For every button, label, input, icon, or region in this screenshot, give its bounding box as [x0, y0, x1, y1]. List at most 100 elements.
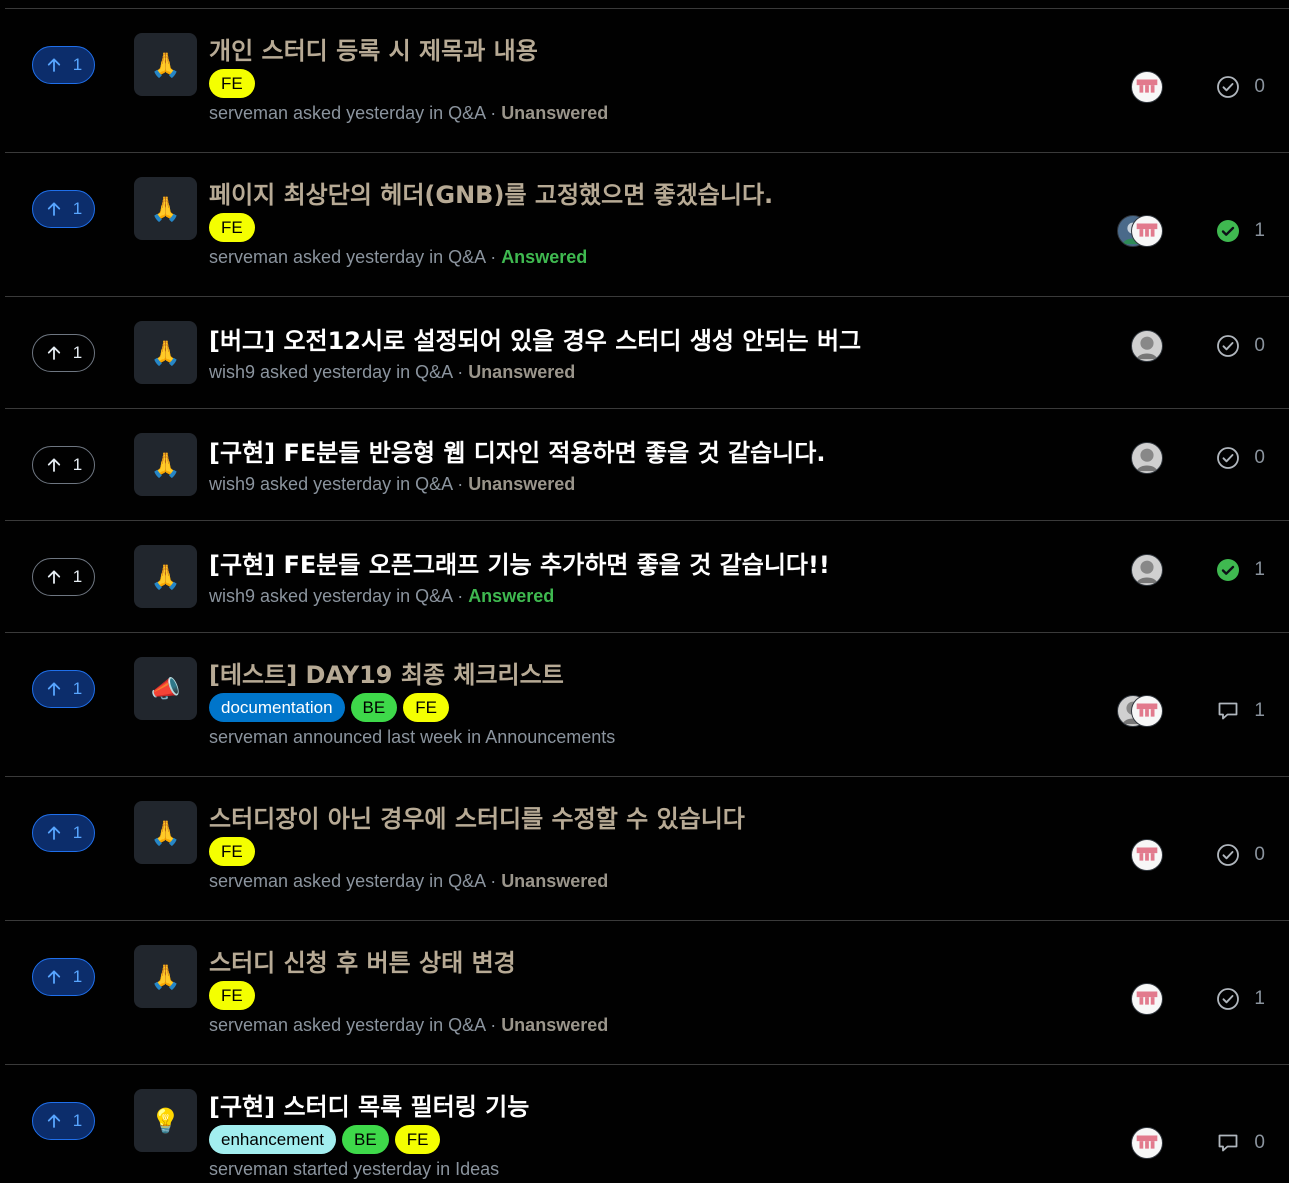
author-link[interactable]: serveman — [209, 871, 288, 891]
answer-count[interactable]: 1 — [1216, 219, 1265, 243]
discussion-content: [구현] FE분들 오픈그래프 기능 추가하면 좋을 것 같습니다!! wish9… — [209, 549, 1089, 607]
upvote-count: 1 — [72, 679, 83, 698]
avatar[interactable] — [1131, 983, 1163, 1015]
upvote-button[interactable]: 1 — [32, 814, 95, 852]
discussion-title-link[interactable]: [버그] 오전12시로 설정되어 있을 경우 스터디 생성 안되는 버그 — [209, 325, 1089, 357]
category-link[interactable]: Q&A — [415, 474, 452, 494]
label-fe[interactable]: FE — [403, 692, 449, 722]
discussion-row[interactable]: 1 🙏 페이지 최상단의 헤더(GNB)를 고정했으면 좋겠습니다. FE servem… — [5, 153, 1289, 297]
discussion-content: 개인 스터디 등록 시 제목과 내용 FE serveman asked yeste… — [209, 35, 1089, 124]
stat-value: 0 — [1254, 1132, 1265, 1153]
discussion-title-link[interactable]: [테스트] DAY19 최종 체크리스트 — [209, 659, 1089, 691]
discussion-title-link[interactable]: 개인 스터디 등록 시 제목과 내용 — [209, 35, 1089, 67]
avatar[interactable] — [1131, 442, 1163, 474]
label-list: enhancement BE FE — [209, 1124, 1089, 1154]
stat-value: 0 — [1254, 76, 1265, 97]
upvote-button[interactable]: 1 — [32, 1102, 95, 1140]
avatar[interactable] — [1131, 695, 1163, 727]
label-fe[interactable]: FE — [209, 212, 255, 242]
discussion-row[interactable]: 1 🙏 [구현] FE분들 오픈그래프 기능 추가하면 좋을 것 같습니다!! wis… — [5, 521, 1289, 633]
participant-avatars — [1131, 554, 1163, 586]
upvote-button[interactable]: 1 — [32, 558, 95, 596]
answer-count[interactable]: 0 — [1216, 446, 1265, 470]
category-link[interactable]: Q&A — [415, 586, 452, 606]
comment-count[interactable]: 1 — [1216, 699, 1265, 723]
author-link[interactable]: wish9 — [209, 474, 255, 494]
upvote-count: 1 — [72, 823, 83, 842]
discussion-content: 페이지 최상단의 헤더(GNB)를 고정했으면 좋겠습니다. FE serveman… — [209, 179, 1089, 268]
arrow-up-icon — [47, 682, 60, 696]
discussion-title-link[interactable]: 스터디장이 아닌 경우에 스터디를 수정할 수 있습니다 — [209, 803, 1089, 835]
label-fe[interactable]: FE — [209, 68, 255, 98]
discussion-row[interactable]: 1 🙏 [버그] 오전12시로 설정되어 있을 경우 스터디 생성 안되는 버그 wi… — [5, 297, 1289, 409]
participant-avatars — [1131, 1127, 1163, 1159]
author-link[interactable]: serveman — [209, 247, 288, 267]
discussion-title-link[interactable]: [구현] 스터디 목록 필터링 기능 — [209, 1091, 1089, 1123]
upvote-button[interactable]: 1 — [32, 670, 95, 708]
discussion-row[interactable]: 1 🙏 스터디장이 아닌 경우에 스터디를 수정할 수 있습니다 FE serveman… — [5, 777, 1289, 921]
comment-count[interactable]: 0 — [1216, 1131, 1265, 1155]
upvote-button[interactable]: 1 — [32, 446, 95, 484]
action-text: asked yesterday in — [260, 362, 411, 382]
discussion-title-link[interactable]: [구현] FE분들 반응형 웹 디자인 적용하면 좋을 것 같습니다. — [209, 437, 1089, 469]
label-list: FE — [209, 68, 1089, 98]
answer-count[interactable]: 0 — [1216, 843, 1265, 867]
action-text: asked yesterday in — [293, 871, 444, 891]
answer-status: Answered — [468, 586, 555, 606]
avatar[interactable] — [1131, 839, 1163, 871]
answer-status: Unanswered — [468, 474, 576, 494]
avatar[interactable] — [1131, 554, 1163, 586]
upvote-button[interactable]: 1 — [32, 190, 95, 228]
discussion-title-link[interactable]: 스터디 신청 후 버튼 상태 변경 — [209, 947, 1089, 979]
answer-count[interactable]: 0 — [1216, 75, 1265, 99]
upvote-button[interactable]: 1 — [32, 958, 95, 996]
answer-count[interactable]: 1 — [1216, 558, 1265, 582]
avatar[interactable] — [1131, 215, 1163, 247]
upvote-count: 1 — [72, 1111, 83, 1130]
discussion-row[interactable]: 1 💡 [구현] 스터디 목록 필터링 기능 enhancement BE FE serve… — [5, 1065, 1289, 1183]
label-enhancement[interactable]: enhancement — [209, 1124, 337, 1154]
discussion-row[interactable]: 1 🙏 스터디 신청 후 버튼 상태 변경 FE serveman asked yest… — [5, 921, 1289, 1065]
category-link[interactable]: Q&A — [448, 103, 485, 123]
category-link[interactable]: Q&A — [448, 1015, 485, 1035]
author-link[interactable]: wish9 — [209, 586, 255, 606]
discussion-title-link[interactable]: 페이지 최상단의 헤더(GNB)를 고정했으면 좋겠습니다. — [209, 179, 1089, 211]
category-link[interactable]: Q&A — [448, 247, 485, 267]
author-link[interactable]: serveman — [209, 1159, 288, 1179]
stat-value: 0 — [1254, 844, 1265, 865]
label-fe[interactable]: FE — [394, 1124, 441, 1154]
stat-value: 0 — [1254, 447, 1265, 468]
author-link[interactable]: wish9 — [209, 362, 255, 382]
label-fe[interactable]: FE — [209, 980, 255, 1010]
discussion-meta: serveman asked yesterday in Q&A · Unansw… — [209, 103, 609, 123]
category-link[interactable]: Announcements — [485, 727, 615, 747]
discussion-row[interactable]: 1 🙏 [구현] FE분들 반응형 웹 디자인 적용하면 좋을 것 같습니다. wis… — [5, 409, 1289, 521]
author-link[interactable]: serveman — [209, 1015, 288, 1035]
discussion-meta: serveman asked yesterday in Q&A · Unansw… — [209, 871, 609, 891]
label-be[interactable]: BE — [350, 692, 398, 722]
avatar[interactable] — [1131, 330, 1163, 362]
answer-status: Unanswered — [501, 1015, 609, 1035]
upvote-count: 1 — [72, 567, 83, 586]
discussion-title-link[interactable]: [구현] FE분들 오픈그래프 기능 추가하면 좋을 것 같습니다!! — [209, 549, 1089, 581]
upvote-button[interactable]: 1 — [32, 46, 95, 84]
participant-avatars — [1131, 71, 1163, 103]
answer-count[interactable]: 0 — [1216, 334, 1265, 358]
label-be[interactable]: BE — [342, 1124, 389, 1154]
author-link[interactable]: serveman — [209, 103, 288, 123]
discussion-row[interactable]: 1 📣 [테스트] DAY19 최종 체크리스트 documentation BE FE s… — [5, 633, 1289, 777]
author-link[interactable]: serveman — [209, 727, 288, 747]
category-link[interactable]: Ideas — [455, 1159, 499, 1179]
stat-value: 1 — [1254, 988, 1265, 1009]
avatar[interactable] — [1131, 71, 1163, 103]
answer-status: Answered — [501, 247, 588, 267]
label-documentation[interactable]: documentation — [209, 692, 345, 722]
answer-count[interactable]: 1 — [1216, 987, 1265, 1011]
upvote-button[interactable]: 1 — [32, 334, 95, 372]
discussion-row[interactable]: 1 🙏 개인 스터디 등록 시 제목과 내용 FE serveman asked yes… — [5, 9, 1289, 153]
avatar[interactable] — [1131, 1127, 1163, 1159]
label-fe[interactable]: FE — [209, 836, 255, 866]
category-link[interactable]: Q&A — [448, 871, 485, 891]
discussion-content: [테스트] DAY19 최종 체크리스트 documentation BE FE ser… — [209, 659, 1089, 748]
category-link[interactable]: Q&A — [415, 362, 452, 382]
